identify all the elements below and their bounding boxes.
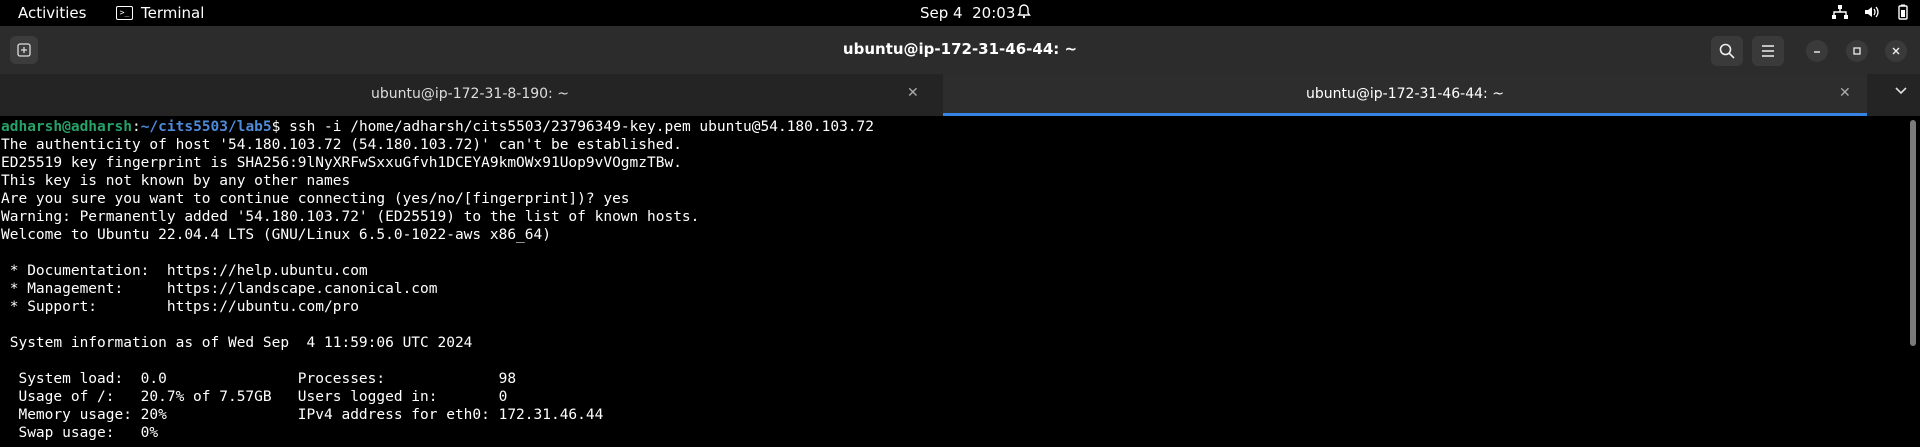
terminal-line: * Support: https://ubuntu.com/pro bbox=[1, 299, 359, 315]
tab-bar: ubuntu@ip-172-31-8-190: ~ ✕ ubuntu@ip-17… bbox=[0, 74, 1920, 116]
minimize-button[interactable] bbox=[1806, 40, 1828, 62]
terminal-line: * Documentation: https://help.ubuntu.com bbox=[1, 263, 368, 279]
maximize-icon bbox=[1853, 47, 1861, 55]
terminal-line: Warning: Permanently added '54.180.103.7… bbox=[1, 209, 700, 225]
tab-label: ubuntu@ip-172-31-8-190: ~ bbox=[371, 86, 569, 102]
tab-list-dropdown[interactable] bbox=[1894, 84, 1908, 100]
volume-icon bbox=[1864, 5, 1880, 23]
terminal-view[interactable]: adharsh@adharsh:~/cits5503/lab5$ ssh -i … bbox=[0, 116, 1906, 447]
clock[interactable]: Sep 4 20:03 bbox=[920, 4, 1015, 22]
close-icon bbox=[1892, 47, 1900, 55]
menu-button[interactable] bbox=[1752, 36, 1784, 66]
alarm-icon bbox=[1017, 3, 1031, 23]
terminal-line: System load: 0.0 Processes: 98 bbox=[1, 371, 517, 387]
clock-date: Sep 4 bbox=[920, 4, 963, 22]
close-tab-icon[interactable]: ✕ bbox=[1839, 85, 1851, 101]
terminal-output: adharsh@adharsh:~/cits5503/lab5$ ssh -i … bbox=[1, 119, 875, 441]
close-window-button[interactable] bbox=[1885, 40, 1907, 62]
clock-time: 20:03 bbox=[972, 4, 1016, 22]
activities-button[interactable]: Activities bbox=[18, 4, 86, 22]
terminal-line: Usage of /: 20.7% of 7.57GB Users logged… bbox=[1, 389, 508, 405]
terminal-line: Memory usage: 20% IPv4 address for eth0:… bbox=[1, 407, 604, 423]
network-icon bbox=[1832, 5, 1848, 23]
maximize-button[interactable] bbox=[1846, 40, 1868, 62]
terminal-line: * Management: https://landscape.canonica… bbox=[1, 281, 438, 297]
terminal-line: ED25519 key fingerprint is SHA256:9lNyXR… bbox=[1, 155, 682, 171]
tab-label: ubuntu@ip-172-31-46-44: ~ bbox=[1306, 86, 1504, 102]
prompt-path: ~/cits5503/lab5 bbox=[140, 119, 272, 135]
window-header-bar: ubuntu@ip-172-31-46-44: ~ bbox=[0, 26, 1920, 74]
search-icon bbox=[1719, 43, 1735, 59]
battery-icon bbox=[1896, 4, 1910, 24]
scrollbar-thumb[interactable] bbox=[1910, 120, 1916, 346]
terminal-app-icon: >_ bbox=[116, 6, 133, 20]
terminal-line: The authenticity of host '54.180.103.72 … bbox=[1, 137, 682, 153]
app-menu-label: Terminal bbox=[141, 4, 205, 22]
window-title: ubuntu@ip-172-31-46-44: ~ bbox=[842, 40, 1078, 58]
system-top-bar: Activities >_ Terminal Sep 4 20:03 bbox=[0, 0, 1920, 26]
terminal-line: System information as of Wed Sep 4 11:59… bbox=[1, 335, 473, 351]
terminal-scrollbar[interactable] bbox=[1906, 116, 1920, 447]
terminal-line: Are you sure you want to continue connec… bbox=[1, 191, 630, 207]
tab-ip-172-31-46-44[interactable]: ubuntu@ip-172-31-46-44: ~ ✕ bbox=[943, 74, 1867, 116]
hamburger-menu-icon bbox=[1762, 45, 1774, 57]
prompt-command: ssh -i /home/adharsh/cits5503/23796349-k… bbox=[289, 119, 875, 135]
tab-ip-172-31-8-190[interactable]: ubuntu@ip-172-31-8-190: ~ ✕ bbox=[0, 74, 940, 116]
prompt-user-host: adharsh@adharsh bbox=[1, 119, 132, 135]
terminal-line: Swap usage: 0% bbox=[1, 425, 159, 441]
close-tab-icon[interactable]: ✕ bbox=[907, 85, 919, 101]
terminal-line: Welcome to Ubuntu 22.04.4 LTS (GNU/Linux… bbox=[1, 227, 551, 243]
minimize-icon bbox=[1814, 51, 1820, 53]
chevron-down-icon bbox=[1895, 87, 1907, 95]
search-button[interactable] bbox=[1711, 36, 1743, 66]
terminal-line: This key is not known by any other names bbox=[1, 173, 351, 189]
app-menu[interactable]: >_ Terminal bbox=[116, 4, 204, 22]
system-tray[interactable] bbox=[1832, 4, 1910, 24]
